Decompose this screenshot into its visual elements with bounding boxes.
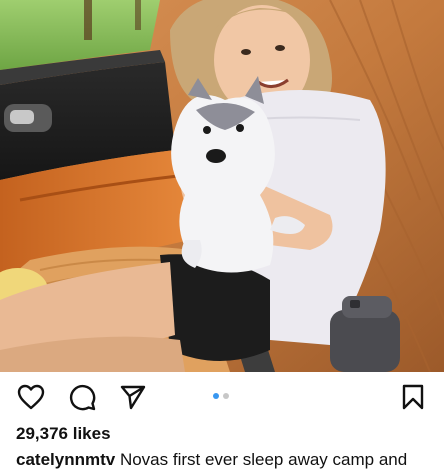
send-icon <box>120 385 146 410</box>
bookmark-icon <box>402 384 424 410</box>
heart-icon <box>17 384 45 410</box>
post: 29,376 likes catelynnmtv Novas first eve… <box>0 0 444 471</box>
likes-count[interactable]: 29,376 likes <box>16 424 111 444</box>
caption-username[interactable]: catelynnmtv <box>16 450 115 469</box>
like-button[interactable] <box>14 380 48 414</box>
caption-text: Novas first ever sleep away camp and <box>119 450 408 469</box>
post-photo[interactable] <box>0 0 444 372</box>
comment-icon <box>69 384 96 411</box>
post-caption: catelynnmtv Novas first ever sleep away … <box>16 450 407 470</box>
carousel-dot <box>223 393 229 399</box>
share-button[interactable] <box>116 380 150 414</box>
post-action-bar <box>0 372 444 420</box>
save-button[interactable] <box>396 380 430 414</box>
comment-button[interactable] <box>65 380 99 414</box>
carousel-dot-active <box>213 393 219 399</box>
carousel-indicator <box>213 393 229 399</box>
